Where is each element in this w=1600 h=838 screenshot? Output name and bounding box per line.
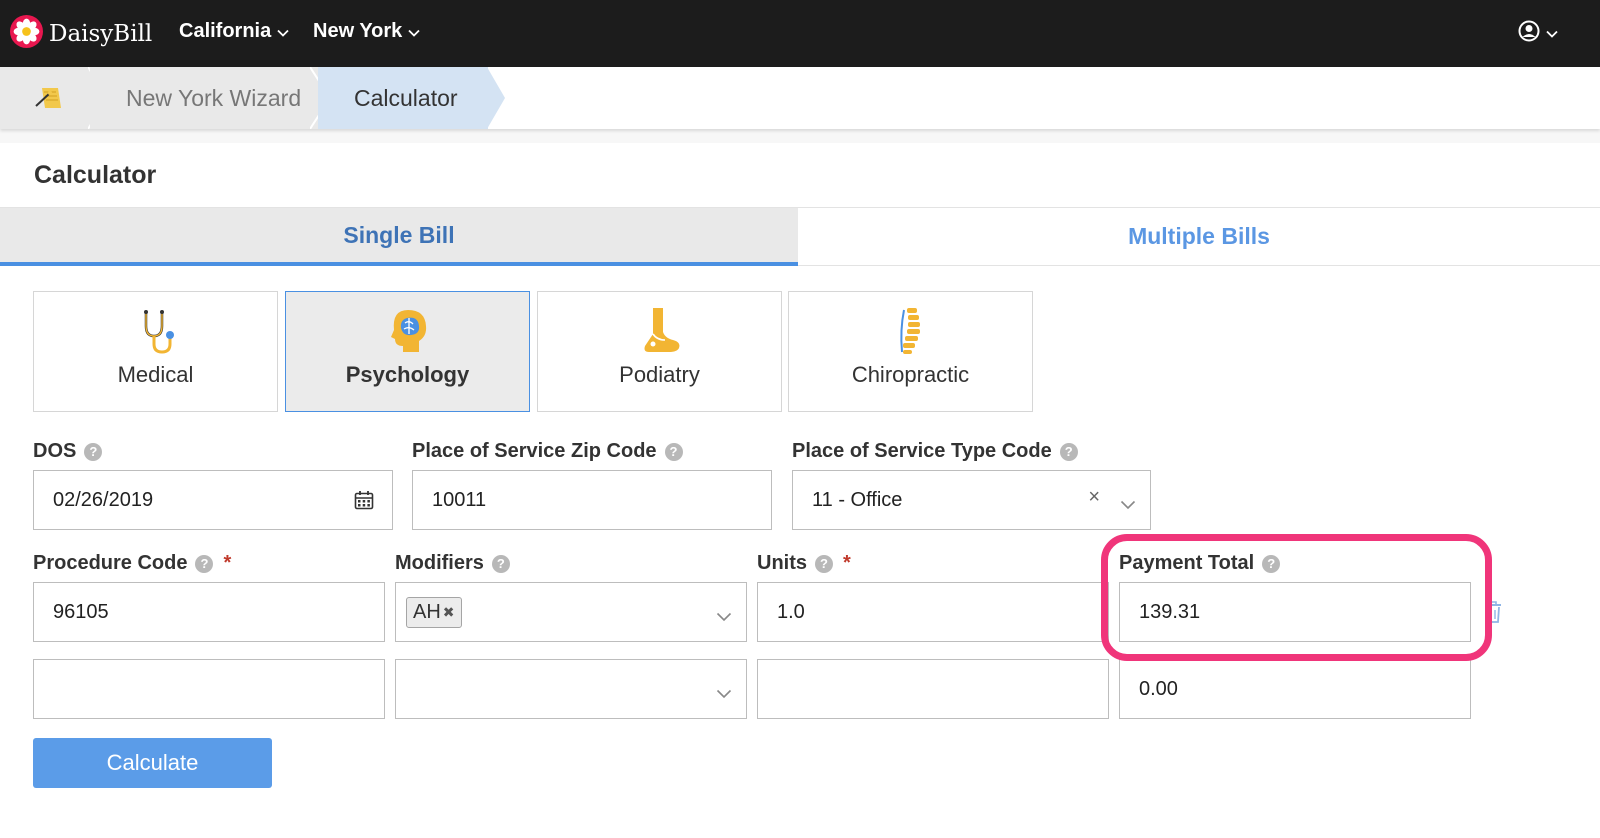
brand[interactable]: DaisyBill bbox=[10, 15, 152, 53]
tab-single-bill[interactable]: Single Bill bbox=[0, 208, 798, 266]
modifier-tag-label: AH bbox=[413, 600, 441, 623]
modifiers-select[interactable] bbox=[395, 659, 747, 719]
breadcrumb-label: New York Wizard bbox=[126, 84, 302, 111]
wizard-wand-icon bbox=[34, 84, 64, 117]
brand-name: DaisyBill bbox=[49, 21, 153, 47]
procedure-value: 96105 bbox=[53, 600, 109, 623]
breadcrumb-separator bbox=[487, 67, 505, 129]
spine-icon bbox=[886, 306, 936, 356]
label-text: Place of Service Zip Code bbox=[412, 440, 657, 462]
modifiers-select[interactable]: AH ✖ bbox=[395, 582, 747, 642]
zip-value: 10011 bbox=[432, 488, 487, 511]
calendar-icon[interactable] bbox=[354, 490, 374, 516]
chevron-down-icon bbox=[1546, 25, 1558, 43]
label-text: Modifiers bbox=[395, 552, 484, 574]
payment-total-input[interactable]: 0.00 bbox=[1119, 659, 1471, 719]
user-menu-dropdown[interactable] bbox=[1518, 20, 1558, 47]
nav-item-label: California bbox=[179, 20, 272, 42]
help-icon[interactable]: ? bbox=[815, 554, 833, 573]
label-text: Units bbox=[757, 552, 807, 574]
procedure-code-input[interactable] bbox=[33, 659, 385, 719]
user-avatar-icon bbox=[1518, 20, 1540, 47]
type-code-select[interactable]: 11 - Office × bbox=[792, 470, 1151, 530]
type-code-value: 11 - Office bbox=[812, 488, 903, 511]
top-navbar: DaisyBill California New York bbox=[0, 0, 1600, 67]
procedure-code-input[interactable]: 96105 bbox=[33, 582, 385, 642]
category-medical[interactable]: Medical bbox=[33, 291, 278, 412]
help-icon[interactable]: ? bbox=[491, 554, 510, 573]
zip-code-label: Place of Service Zip Code ? bbox=[412, 440, 683, 463]
chevron-down-icon bbox=[408, 20, 420, 43]
type-code-label: Place of Service Type Code ? bbox=[792, 440, 1078, 463]
label-text: DOS bbox=[33, 440, 77, 462]
help-icon[interactable]: ? bbox=[84, 442, 103, 461]
category-label: Medical bbox=[117, 362, 194, 387]
zip-code-input[interactable]: 10011 bbox=[412, 470, 772, 530]
chevron-down-icon[interactable] bbox=[716, 605, 732, 628]
category-label: Chiropractic bbox=[851, 362, 970, 387]
procedure-code-label: Procedure Code ? * bbox=[33, 552, 231, 575]
stethoscope-icon bbox=[131, 306, 181, 356]
required-marker: * bbox=[843, 552, 851, 574]
clear-icon[interactable]: × bbox=[1088, 486, 1100, 509]
help-icon[interactable]: ? bbox=[195, 554, 214, 573]
nav-item-label: New York bbox=[313, 20, 403, 42]
dos-value: 02/26/2019 bbox=[53, 488, 154, 511]
tab-multiple-bills[interactable]: Multiple Bills bbox=[798, 208, 1600, 266]
help-icon[interactable]: ? bbox=[664, 442, 683, 461]
chevron-down-icon[interactable] bbox=[1120, 493, 1136, 516]
payment-total-highlight bbox=[1101, 534, 1492, 661]
chevron-down-icon[interactable] bbox=[716, 682, 732, 705]
nav-california-dropdown[interactable]: California bbox=[179, 20, 289, 43]
help-icon[interactable]: ? bbox=[1059, 442, 1078, 461]
breadcrumb-new-york-wizard[interactable]: New York Wizard bbox=[90, 67, 320, 129]
category-chiropractic[interactable]: Chiropractic bbox=[788, 291, 1033, 412]
units-input[interactable] bbox=[757, 659, 1109, 719]
label-text: Procedure Code bbox=[33, 552, 188, 574]
units-value: 1.0 bbox=[777, 600, 805, 623]
category-label: Podiatry bbox=[619, 362, 700, 387]
foot-icon bbox=[635, 306, 685, 356]
category-label: Psychology bbox=[345, 362, 470, 387]
category-podiatry[interactable]: Podiatry bbox=[537, 291, 782, 412]
units-label: Units ? * bbox=[757, 552, 851, 575]
category-psychology[interactable]: Psychology bbox=[285, 291, 530, 412]
remove-tag-icon[interactable]: ✖ bbox=[443, 604, 455, 621]
chevron-down-icon bbox=[277, 20, 289, 43]
daisy-logo-icon bbox=[10, 15, 43, 53]
dos-label: DOS ? bbox=[33, 440, 103, 463]
calculate-button[interactable]: Calculate bbox=[33, 738, 272, 788]
required-marker: * bbox=[223, 552, 232, 574]
breadcrumb-calculator[interactable]: Calculator bbox=[318, 67, 488, 129]
label-text: Place of Service Type Code bbox=[792, 440, 1052, 462]
units-input[interactable]: 1.0 bbox=[757, 582, 1109, 642]
breadcrumb: New York Wizard Calculator bbox=[0, 67, 1600, 129]
page-title: Calculator bbox=[34, 161, 157, 189]
breadcrumb-home[interactable] bbox=[0, 67, 90, 129]
calculator-panel: Calculator Single Bill Multiple Bills Me… bbox=[0, 143, 1600, 838]
dos-date-input[interactable]: 02/26/2019 bbox=[33, 470, 393, 530]
brain-icon bbox=[383, 306, 433, 356]
nav-new-york-dropdown[interactable]: New York bbox=[313, 20, 420, 43]
payment-total-value: 0.00 bbox=[1139, 677, 1178, 700]
modifier-tag: AH ✖ bbox=[406, 596, 462, 628]
modifiers-label: Modifiers ? bbox=[395, 552, 510, 575]
breadcrumb-label: Calculator bbox=[354, 84, 458, 111]
